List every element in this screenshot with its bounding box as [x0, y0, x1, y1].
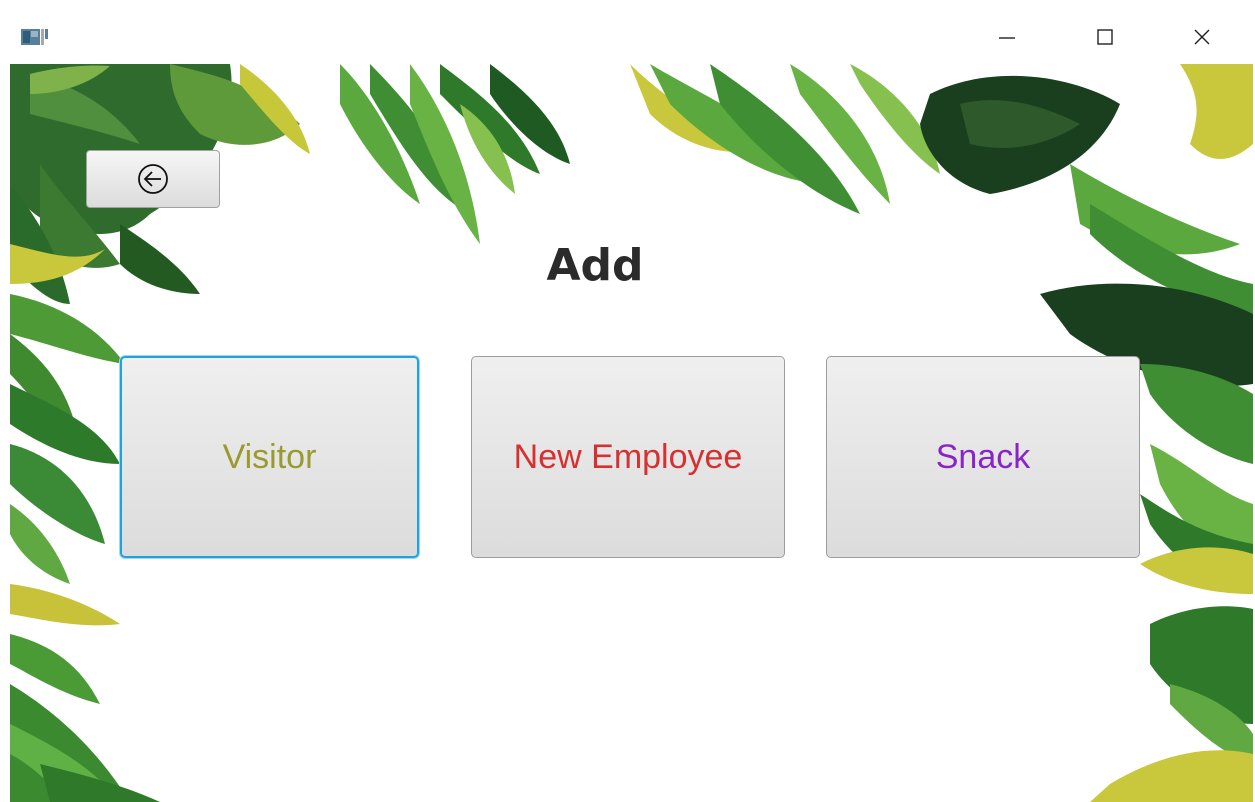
main-content: Add Visitor New Employee Snack — [10, 64, 1253, 802]
visitor-button-label: Visitor — [222, 437, 317, 476]
new-employee-button[interactable]: New Employee — [471, 356, 785, 558]
close-icon — [1194, 29, 1210, 45]
page-title: Add — [546, 240, 644, 291]
minimize-button[interactable] — [967, 10, 1047, 64]
app-icon — [20, 26, 50, 48]
snack-button[interactable]: Snack — [826, 356, 1140, 558]
app-window: Add Visitor New Employee Snack — [0, 0, 1255, 802]
back-arrow-circle-icon — [138, 164, 168, 194]
minimize-icon — [999, 37, 1015, 39]
close-button[interactable] — [1162, 10, 1242, 64]
visitor-button[interactable]: Visitor — [120, 356, 419, 558]
snack-button-label: Snack — [935, 437, 1031, 476]
back-button[interactable] — [86, 150, 220, 208]
title-bar — [10, 10, 1255, 64]
new-employee-button-label: New Employee — [513, 437, 743, 476]
maximize-icon — [1097, 29, 1113, 45]
maximize-button[interactable] — [1065, 10, 1145, 64]
